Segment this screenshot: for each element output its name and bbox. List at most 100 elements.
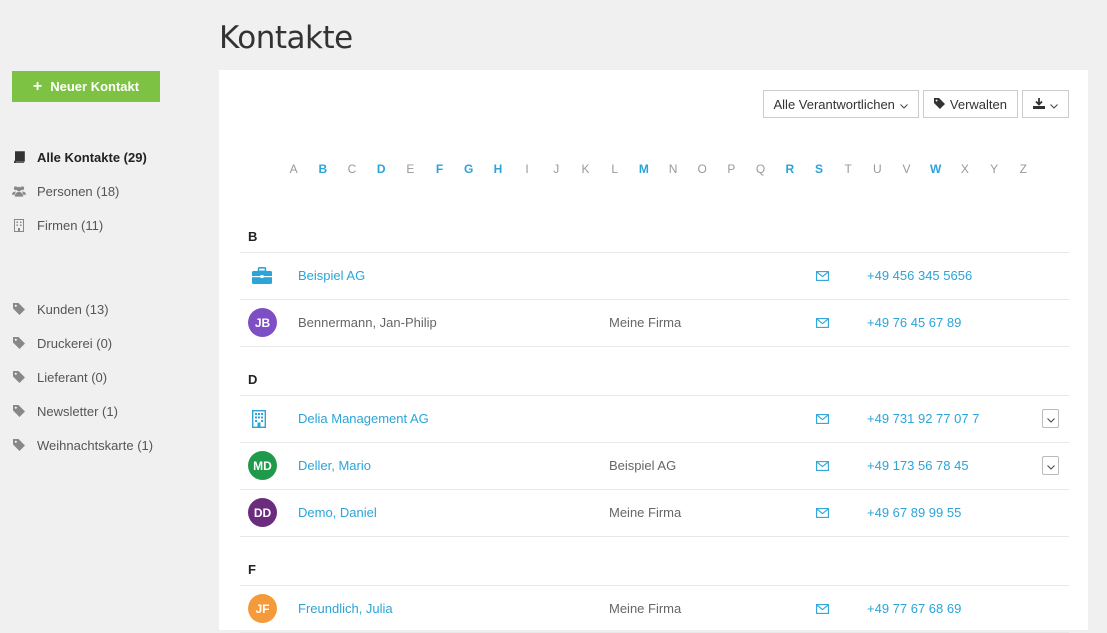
avatar: JB (248, 308, 277, 337)
alphabet-letter-r[interactable]: R (775, 162, 804, 176)
sidebar-tag-label: Newsletter (1) (37, 403, 118, 419)
tag-icon (12, 302, 26, 316)
responsible-filter-label: Alle Verantwortlichen (773, 96, 895, 112)
sidebar-item-companies[interactable]: Firmen (11) (12, 208, 202, 242)
alphabet-letter-m[interactable]: M (629, 162, 658, 176)
contact-company: Meine Firma (609, 315, 682, 330)
contact-phone[interactable]: +49 76 45 67 89 (867, 315, 961, 330)
contact-phone[interactable]: +49 77 67 68 69 (867, 601, 961, 616)
mail-icon[interactable] (816, 412, 830, 424)
building-icon (12, 218, 26, 232)
alphabet-letter-f[interactable]: F (425, 162, 454, 176)
contact-phone[interactable]: +49 67 89 99 55 (867, 505, 961, 520)
alphabet-letter-l: L (611, 162, 618, 176)
chevron-down-icon (900, 97, 908, 112)
toolbar: Alle Verantwortlichen Verwalten (762, 90, 1069, 118)
alphabet-letter-j: J (553, 162, 560, 176)
tag-icon (12, 438, 26, 452)
sidebar-item-label: Firmen (11) (37, 217, 104, 233)
sidebar-tag-newsletter[interactable]: Newsletter (1) (12, 394, 202, 428)
group-header-f: F (240, 553, 1069, 586)
contact-name[interactable]: Deller, Mario (298, 458, 371, 473)
alphabet-letter-g[interactable]: G (454, 162, 483, 176)
plus-icon: + (32, 77, 43, 95)
alphabet-letter-v: V (902, 162, 911, 176)
sidebar-tag-label: Lieferant (0) (37, 369, 108, 385)
sidebar-tag-label: Druckerei (0) (37, 335, 113, 351)
mail-icon[interactable] (816, 459, 830, 471)
alphabet-letter-p: P (727, 162, 736, 176)
sidebar: Alle Kontakte (29) Personen (18) Firmen … (12, 140, 202, 462)
row-actions-dropdown[interactable] (1042, 409, 1059, 428)
manage-tags-button[interactable]: Verwalten (922, 90, 1018, 118)
alphabet-letter-o: O (697, 162, 707, 176)
responsible-filter-dropdown[interactable]: Alle Verantwortlichen (762, 90, 919, 118)
download-icon (1033, 97, 1045, 112)
tag-icon (933, 97, 945, 112)
contact-name[interactable]: Bennermann, Jan-Philip (298, 315, 437, 330)
contact-name[interactable]: Beispiel AG (298, 268, 365, 283)
people-icon (12, 184, 26, 198)
sidebar-item-all-contacts[interactable]: Alle Kontakte (29) (12, 140, 202, 174)
contact-name[interactable]: Delia Management AG (298, 411, 429, 426)
mail-icon[interactable] (816, 316, 830, 328)
contact-list: B Beispiel AG +49 456 345 5656 JB Bennermann… (240, 220, 1069, 633)
alphabet-letter-a: A (289, 162, 298, 176)
alphabet-letter-x: X (960, 162, 969, 176)
contact-row: Beispiel AG +49 456 345 5656 (240, 253, 1069, 300)
mail-icon[interactable] (816, 506, 830, 518)
alphabet-letter-h[interactable]: H (483, 162, 512, 176)
sidebar-item-label: Alle Kontakte (29) (37, 149, 147, 165)
alphabet-letter-c: C (347, 162, 357, 176)
alphabet-letter-q: Q (755, 162, 766, 176)
manage-tags-label: Verwalten (949, 96, 1007, 112)
sidebar-tag-kunden[interactable]: Kunden (13) (12, 292, 202, 326)
alphabet-letter-n: N (668, 162, 678, 176)
sidebar-tag-weihnachtskarte[interactable]: Weihnachtskarte (1) (12, 428, 202, 462)
sidebar-item-persons[interactable]: Personen (18) (12, 174, 202, 208)
alphabet-letter-t: T (844, 162, 852, 176)
group-header-b: B (240, 220, 1069, 253)
alphabet-letter-d[interactable]: D (367, 162, 396, 176)
mail-icon[interactable] (816, 602, 830, 614)
export-dropdown[interactable] (1022, 90, 1069, 118)
contact-phone[interactable]: +49 731 92 77 07 7 (867, 411, 979, 426)
contact-row: JB Bennermann, Jan-Philip Meine Firma +49 7… (240, 300, 1069, 347)
chevron-down-icon (1046, 411, 1055, 426)
tag-icon (12, 370, 26, 384)
sidebar-item-label: Personen (18) (37, 183, 120, 199)
contact-row: JF Freundlich, Julia Meine Firma +49 77 67 … (240, 586, 1069, 633)
alphabet-letter-k: K (581, 162, 590, 176)
row-actions-dropdown[interactable] (1042, 456, 1059, 475)
mail-icon[interactable] (816, 269, 830, 281)
alphabet-letter-e: E (406, 162, 415, 176)
alphabet-letter-b[interactable]: B (308, 162, 337, 176)
sidebar-tag-druckerei[interactable]: Druckerei (0) (12, 326, 202, 360)
alphabet-letter-z: Z (1019, 162, 1027, 176)
contacts-panel: Alle Verantwortlichen Verwalten ABCDEFGH… (219, 70, 1088, 633)
contact-row: Delia Management AG +49 731 92 77 07 7 (240, 396, 1069, 443)
group-header-d: D (240, 363, 1069, 396)
avatar: MD (248, 451, 277, 480)
new-contact-button[interactable]: + Neuer Kontakt (12, 71, 160, 102)
briefcase-icon (252, 267, 272, 285)
building-icon (251, 409, 272, 429)
contact-row: MD Deller, Mario Beispiel AG +49 173 56 78 … (240, 443, 1069, 490)
contact-company: Meine Firma (609, 505, 682, 520)
contact-name[interactable]: Demo, Daniel (298, 505, 377, 520)
tag-icon (12, 336, 26, 350)
contact-company: Meine Firma (609, 601, 682, 616)
avatar: DD (248, 498, 277, 527)
alphabet-letter-w[interactable]: W (921, 162, 950, 176)
page-title: Kontakte (219, 20, 353, 56)
contact-phone[interactable]: +49 456 345 5656 (867, 268, 972, 283)
sidebar-tag-label: Weihnachtskarte (1) (37, 437, 154, 453)
alphabet-letter-s[interactable]: S (804, 162, 833, 176)
contact-row: DD Demo, Daniel Meine Firma +49 67 89 99 55 (240, 490, 1069, 537)
contact-phone[interactable]: +49 173 56 78 45 (867, 458, 969, 473)
contact-name[interactable]: Freundlich, Julia (298, 601, 393, 616)
new-contact-label: Neuer Kontakt (50, 79, 140, 94)
alphabet-letter-i: I (525, 162, 529, 176)
sidebar-tag-lieferant[interactable]: Lieferant (0) (12, 360, 202, 394)
sidebar-tag-label: Kunden (13) (37, 301, 109, 317)
